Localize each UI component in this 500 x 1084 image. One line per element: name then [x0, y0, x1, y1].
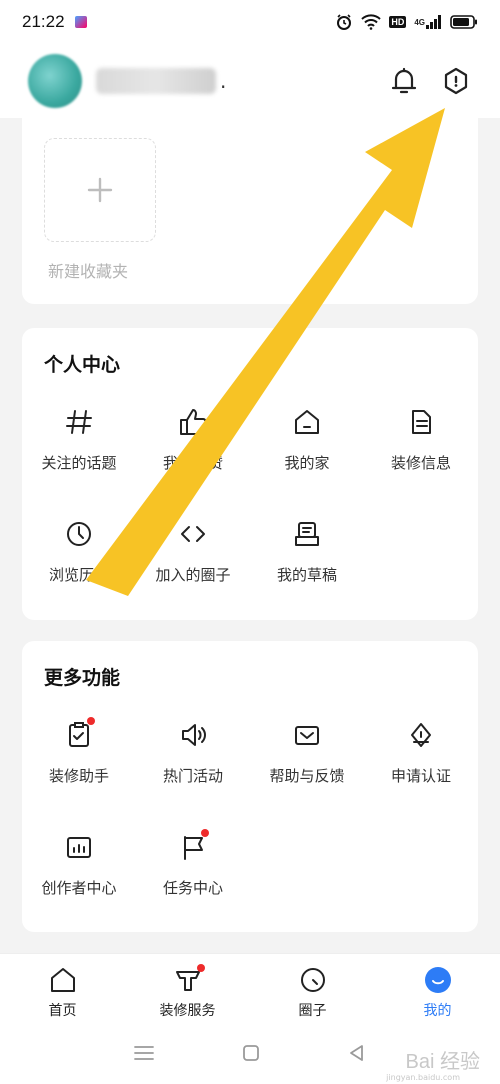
creator-center-label: 创作者中心	[41, 879, 117, 897]
nav-mine-label: 我的	[423, 1003, 452, 1019]
browse-history-label: 浏览历史	[48, 566, 109, 584]
badge-dot	[196, 964, 205, 972]
new-folder-button[interactable]	[44, 138, 156, 242]
task-center-label: 任务中心	[162, 879, 223, 897]
personal-center-grid: 关注的话题 我的点赞 我的家 装修信息 浏览历史 加入的圈子 我的草稿	[22, 398, 478, 622]
renovation-info-item[interactable]: 装修信息	[364, 398, 478, 510]
help-feedback-label: 帮助与反馈	[269, 767, 345, 785]
wifi-icon	[361, 14, 382, 30]
bell-icon	[391, 67, 417, 94]
badge-dot	[201, 829, 209, 837]
joined-circles-item[interactable]: 加入的圈子	[136, 510, 250, 622]
clock-icon	[61, 516, 97, 552]
signal-label: 4G	[414, 17, 425, 27]
menu-icon[interactable]	[133, 1044, 155, 1066]
creator-center-item[interactable]: 创作者中心	[22, 823, 136, 935]
alarm-icon	[335, 13, 353, 31]
profile-header: .	[0, 44, 500, 118]
browse-history-item[interactable]: 浏览历史	[22, 510, 136, 622]
hd-icon: HD	[389, 16, 407, 28]
watermark: Bai 经验	[405, 1051, 480, 1073]
favorites-card: 新建收藏夹	[22, 112, 478, 304]
renovation-assistant-label: 装修助手	[48, 767, 109, 785]
speaker-icon	[175, 717, 211, 753]
help-feedback-item[interactable]: 帮助与反馈	[250, 711, 364, 823]
my-drafts-label: 我的草稿	[276, 566, 337, 584]
hashtag-icon	[61, 404, 97, 440]
nav-home-label: 首页	[48, 1003, 77, 1019]
task-center-item[interactable]: 任务中心	[136, 823, 250, 935]
home-icon	[289, 404, 325, 440]
my-home-label: 我的家	[284, 454, 330, 472]
hot-events-item[interactable]: 热门活动	[136, 711, 250, 823]
my-likes-item[interactable]: 我的点赞	[136, 398, 250, 510]
username-ellipsis: .	[220, 69, 227, 93]
apply-certification-item[interactable]: 申请认证	[364, 711, 478, 823]
pen-nib-icon	[403, 717, 439, 753]
circle-icon	[297, 964, 329, 996]
status-icons: HD 4G	[335, 13, 478, 31]
plus-icon	[87, 177, 113, 203]
avatar[interactable]	[28, 54, 82, 108]
notification-button[interactable]	[388, 65, 420, 97]
renovation-info-label: 装修信息	[390, 454, 451, 472]
profile-smile-icon	[422, 964, 454, 996]
flag-icon	[175, 829, 211, 865]
home-square-icon[interactable]	[241, 1043, 261, 1067]
nav-circle[interactable]: 圈子	[250, 954, 375, 1025]
badge-dot	[87, 717, 95, 725]
thumbs-up-icon	[175, 404, 211, 440]
renovation-assistant-item[interactable]: 装修助手	[22, 711, 136, 823]
signal-icon: 4G	[414, 15, 442, 29]
bottom-nav: 首页 装修服务 圈子 我的	[0, 953, 500, 1025]
my-home-item[interactable]: 我的家	[250, 398, 364, 510]
app-notification-icon	[74, 16, 87, 28]
more-features-title: 更多功能	[44, 667, 121, 689]
status-time: 21:22	[22, 12, 65, 31]
watermark-sub: jingyan.baidu.com	[386, 1073, 460, 1082]
home-icon	[47, 964, 79, 996]
hot-events-label: 热门活动	[162, 767, 223, 785]
settings-button[interactable]	[440, 65, 472, 97]
username-blurred[interactable]	[96, 68, 216, 94]
nav-circle-label: 圈子	[298, 1003, 327, 1019]
document-icon	[403, 404, 439, 440]
settings-hex-icon	[444, 67, 468, 95]
more-features-card: 更多功能 装修助手 热门活动 帮助与反馈 申请认证 创作者中心 任务中心	[22, 641, 478, 932]
nav-home[interactable]: 首页	[0, 954, 125, 1025]
more-features-grid: 装修助手 热门活动 帮助与反馈 申请认证 创作者中心 任务中心	[22, 711, 478, 935]
hd-label: HD	[389, 16, 407, 28]
nav-renovation-service-label: 装修服务	[159, 1003, 216, 1019]
header-actions	[388, 65, 472, 97]
code-brackets-icon	[175, 516, 211, 552]
clipboard-check-icon	[61, 717, 97, 753]
service-icon	[172, 964, 205, 996]
followed-topics-item[interactable]: 关注的话题	[22, 398, 136, 510]
my-likes-label: 我的点赞	[162, 454, 223, 472]
apply-certification-label: 申请认证	[390, 767, 451, 785]
nav-renovation-service[interactable]: 装修服务	[125, 954, 250, 1025]
personal-center-card: 个人中心 关注的话题 我的点赞 我的家 装修信息 浏览历史 加入的圈子 我的草稿	[22, 328, 478, 620]
back-icon[interactable]	[347, 1043, 367, 1067]
mail-icon	[289, 717, 325, 753]
new-folder-label: 新建收藏夹	[48, 262, 129, 281]
battery-icon	[450, 15, 478, 29]
status-bar: 21:22 HD 4G	[0, 0, 500, 44]
nav-mine[interactable]: 我的	[375, 954, 500, 1025]
personal-center-title: 个人中心	[44, 354, 121, 376]
draft-icon	[289, 516, 325, 552]
followed-topics-label: 关注的话题	[41, 454, 117, 472]
my-drafts-item[interactable]: 我的草稿	[250, 510, 364, 622]
joined-circles-label: 加入的圈子	[155, 566, 231, 584]
bar-chart-icon	[61, 829, 97, 865]
